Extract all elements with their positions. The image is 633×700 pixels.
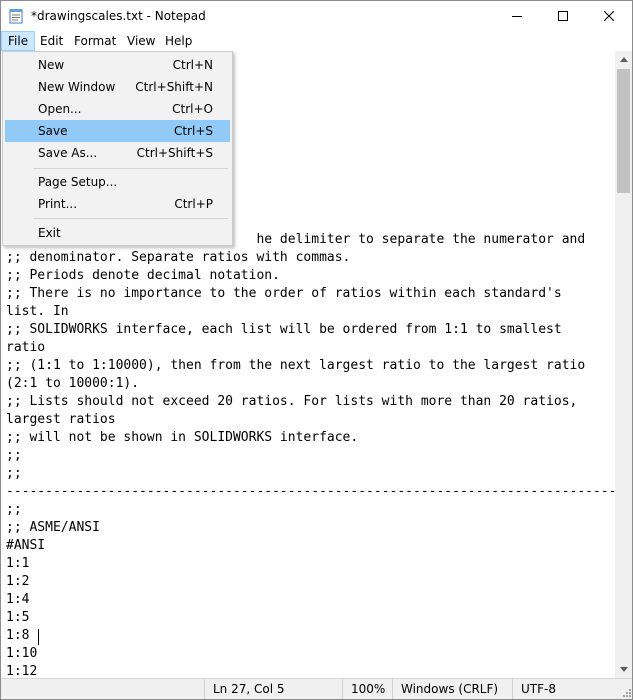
scrollbar-thumb[interactable] xyxy=(617,69,630,193)
scroll-down-button[interactable] xyxy=(615,661,632,678)
text-caret xyxy=(38,629,39,645)
scroll-down-icon xyxy=(619,667,628,672)
menu-item-label: Page Setup... xyxy=(38,175,118,189)
menu-item-shortcut: Ctrl+Shift+N xyxy=(135,80,213,94)
menu-item-label: New xyxy=(38,58,65,72)
notepad-icon xyxy=(9,9,23,24)
menu-item-shortcut: Ctrl+N xyxy=(172,58,213,72)
menu-item-label: Save As... xyxy=(38,146,98,160)
resize-grip-icon[interactable] xyxy=(621,689,631,699)
menu-item-save-as[interactable]: Save As... Ctrl+Shift+S xyxy=(5,142,230,164)
close-icon xyxy=(604,11,614,21)
menu-item-label: Exit xyxy=(38,226,61,240)
line-ending: Windows (CRLF) xyxy=(392,679,509,699)
encoding: UTF-8 xyxy=(512,679,631,699)
menu-item-new[interactable]: New Ctrl+N xyxy=(5,54,230,76)
minimize-button[interactable] xyxy=(494,1,540,31)
menu-item-new-window[interactable]: New Window Ctrl+Shift+N xyxy=(5,76,230,98)
menu-item-label: Save xyxy=(38,124,68,138)
scroll-up-button[interactable] xyxy=(615,51,632,68)
vertical-scrollbar[interactable] xyxy=(615,51,632,678)
notepad-window: *drawingscales.txt - Notepad File Edit F… xyxy=(0,0,633,700)
menu-item-save[interactable]: Save Ctrl+S xyxy=(5,120,230,142)
scroll-up-icon xyxy=(619,57,628,62)
menu-item-page-setup[interactable]: Page Setup... xyxy=(5,171,230,193)
menu-item-label: New Window xyxy=(38,80,116,94)
menu-separator xyxy=(33,168,228,169)
menu-item-shortcut: Ctrl+O xyxy=(172,102,213,116)
maximize-icon xyxy=(558,11,568,21)
menu-item-shortcut: Ctrl+P xyxy=(174,197,213,211)
cursor-position: Ln 27, Col 5 xyxy=(204,679,343,699)
maximize-button[interactable] xyxy=(540,1,586,31)
menu-item-print[interactable]: Print... Ctrl+P xyxy=(5,193,230,215)
title-bar[interactable]: *drawingscales.txt - Notepad xyxy=(1,1,632,31)
menu-item-shortcut: Ctrl+S xyxy=(173,124,213,138)
menu-item-label: Open... xyxy=(38,102,82,116)
file-menu-dropdown: New Ctrl+N New Window Ctrl+Shift+N Open.… xyxy=(2,51,233,246)
status-bar: Ln 27, Col 5 100% Windows (CRLF) UTF-8 xyxy=(1,678,632,699)
menu-edit[interactable]: Edit xyxy=(34,31,69,51)
menu-file[interactable]: File xyxy=(1,31,36,51)
menu-bar: File Edit Format View Help xyxy=(1,31,632,51)
zoom-level: 100% xyxy=(342,679,395,699)
minimize-icon xyxy=(512,16,522,17)
menu-item-label: Print... xyxy=(38,197,78,211)
menu-separator xyxy=(33,218,228,219)
menu-help[interactable]: Help xyxy=(159,31,198,51)
menu-format[interactable]: Format xyxy=(68,31,122,51)
menu-view[interactable]: View xyxy=(121,31,161,51)
window-title: *drawingscales.txt - Notepad xyxy=(31,9,206,23)
close-button[interactable] xyxy=(586,1,632,31)
menu-item-open[interactable]: Open... Ctrl+O xyxy=(5,98,230,120)
menu-item-shortcut: Ctrl+Shift+S xyxy=(136,146,213,160)
menu-item-exit[interactable]: Exit xyxy=(5,222,230,244)
